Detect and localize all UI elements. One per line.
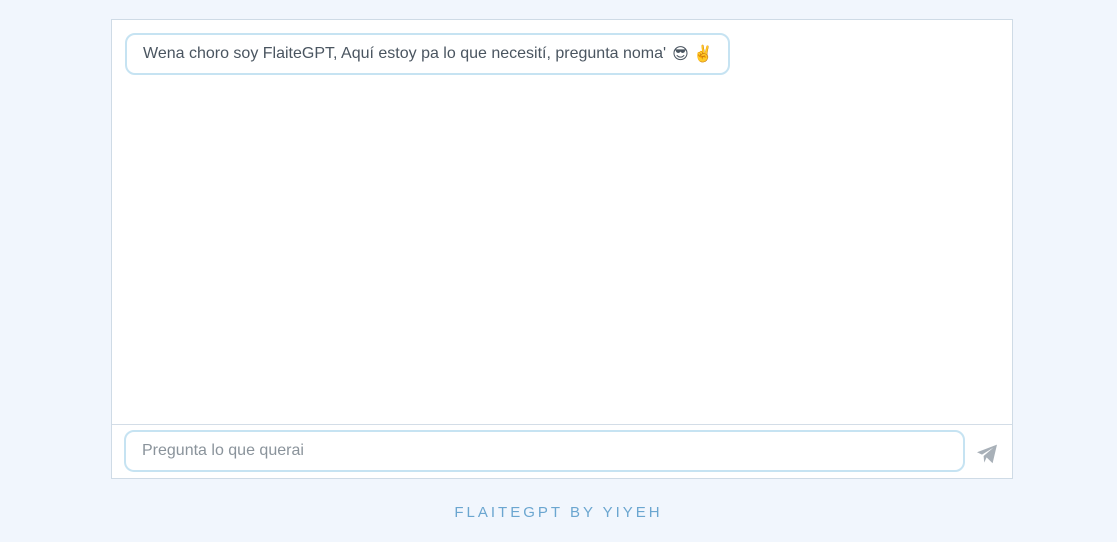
chat-panel: Wena choro soy FlaiteGPT, Aquí estoy pa … (111, 19, 1013, 479)
footer-credit: FLAITEGPT BY YIYEH (454, 504, 663, 521)
paper-plane-icon (977, 444, 997, 464)
message-text: Wena choro soy FlaiteGPT, Aquí estoy pa … (143, 45, 667, 62)
message-input-wrapper (124, 430, 965, 472)
message-emojis: 😎 ✌️ (672, 46, 714, 63)
message-list: Wena choro soy FlaiteGPT, Aquí estoy pa … (112, 20, 1012, 424)
bot-message-bubble: Wena choro soy FlaiteGPT, Aquí estoy pa … (125, 33, 731, 75)
send-button[interactable] (974, 442, 1000, 466)
input-bar (112, 424, 1012, 478)
message-input[interactable] (126, 432, 963, 470)
